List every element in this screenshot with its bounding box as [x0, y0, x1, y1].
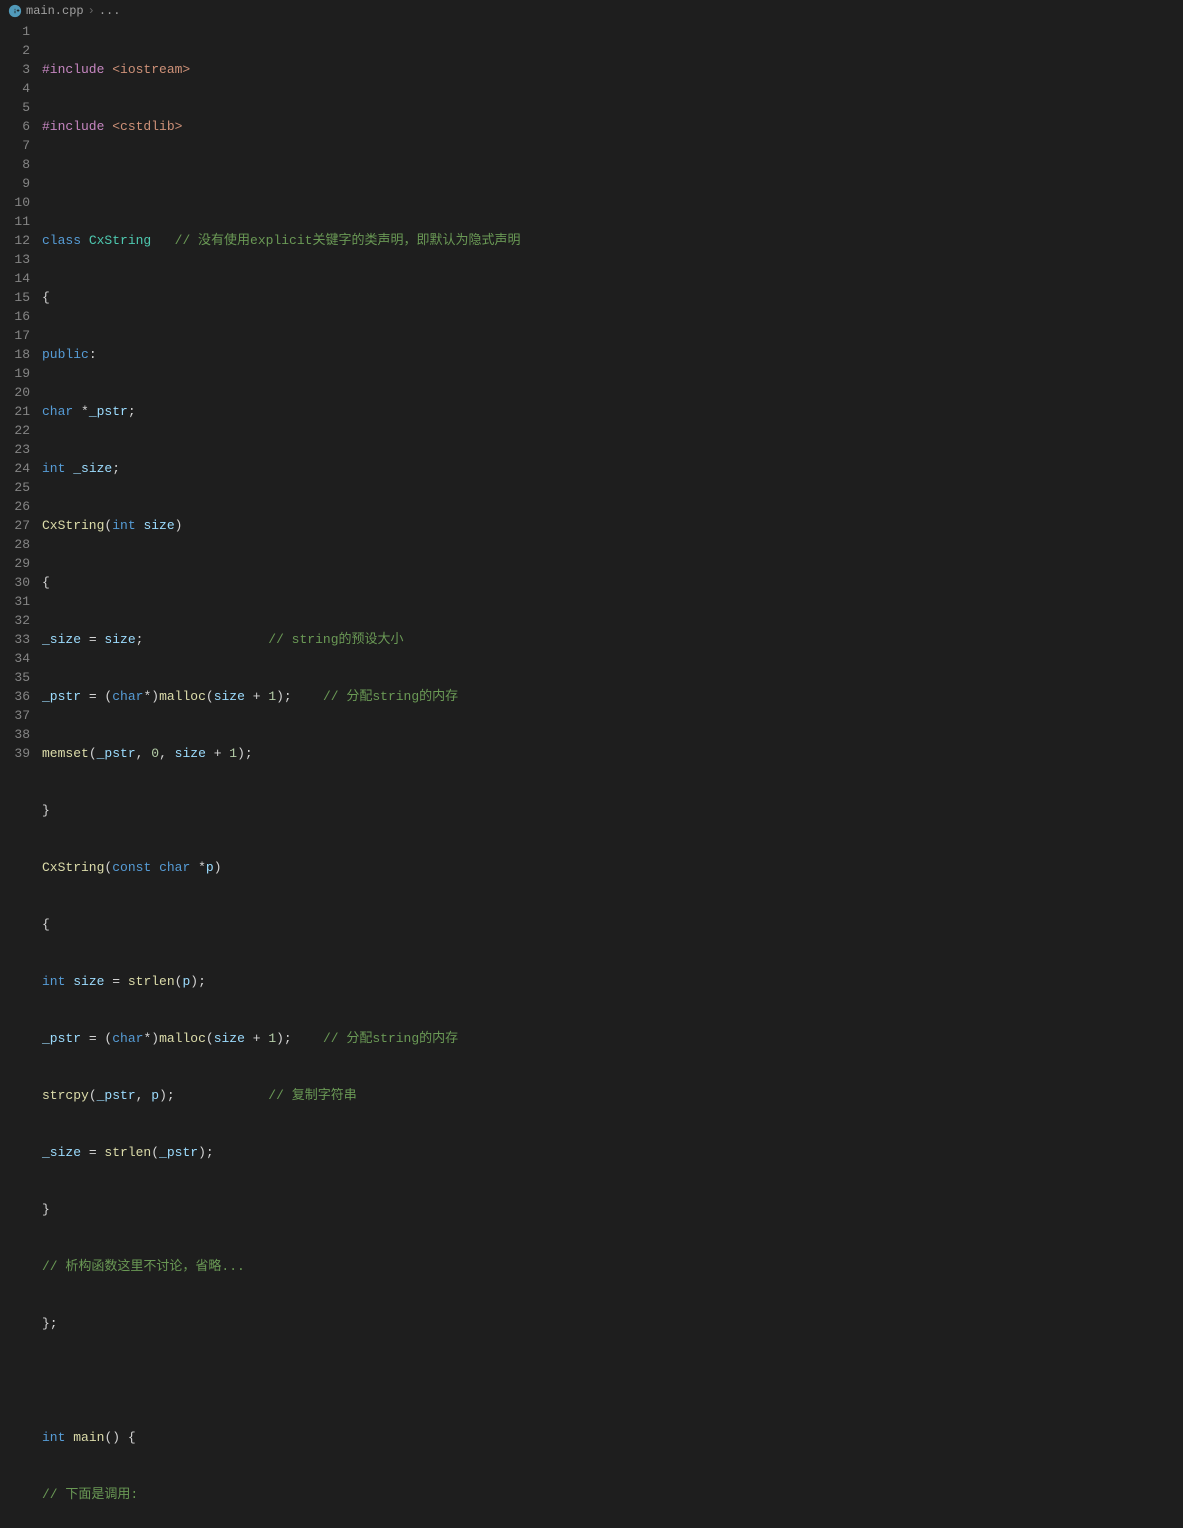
constructor: CxString — [42, 516, 104, 535]
breadcrumb-separator: › — [88, 4, 95, 18]
line-number: 36 — [0, 687, 30, 706]
line-number: 23 — [0, 440, 30, 459]
line-number: 34 — [0, 649, 30, 668]
line-number: 16 — [0, 307, 30, 326]
comment: // 析构函数这里不讨论，省略... — [42, 1257, 245, 1276]
line-number: 31 — [0, 592, 30, 611]
include-header: <iostream> — [112, 60, 190, 79]
line-number: 17 — [0, 326, 30, 345]
breadcrumb-file[interactable]: main.cpp — [26, 4, 84, 18]
cpp-file-icon — [8, 4, 22, 18]
line-number: 24 — [0, 459, 30, 478]
breadcrumb-more[interactable]: ... — [99, 4, 121, 18]
line-number: 14 — [0, 269, 30, 288]
identifier: _size — [73, 459, 112, 478]
comment: // 下面是调用: — [42, 1485, 138, 1504]
line-number: 39 — [0, 744, 30, 763]
line-number: 26 — [0, 497, 30, 516]
line-number: 38 — [0, 725, 30, 744]
identifier: _pstr — [89, 402, 128, 421]
constructor: CxString — [42, 858, 104, 877]
line-number: 35 — [0, 668, 30, 687]
line-number: 19 — [0, 364, 30, 383]
include-header: <cstdlib> — [112, 117, 182, 136]
line-number: 27 — [0, 516, 30, 535]
breadcrumb[interactable]: main.cpp › ... — [0, 0, 1183, 22]
code-editor[interactable]: 1234567891011121314151617181920212223242… — [0, 22, 1183, 764]
line-number: 25 — [0, 478, 30, 497]
code-area[interactable]: #include <iostream> #include <cstdlib> c… — [42, 22, 1183, 764]
line-number-gutter: 1234567891011121314151617181920212223242… — [0, 22, 42, 764]
comment: // string的预设大小 — [268, 630, 403, 649]
keyword: int — [42, 459, 65, 478]
line-number: 10 — [0, 193, 30, 212]
line-number: 9 — [0, 174, 30, 193]
line-number: 20 — [0, 383, 30, 402]
line-number: 15 — [0, 288, 30, 307]
line-number: 1 — [0, 22, 30, 41]
keyword: char — [42, 402, 73, 421]
line-number: 29 — [0, 554, 30, 573]
line-number: 37 — [0, 706, 30, 725]
line-number: 22 — [0, 421, 30, 440]
function-name: main — [73, 1428, 104, 1447]
line-number: 28 — [0, 535, 30, 554]
comment: // 复制字符串 — [268, 1086, 356, 1105]
comment: // 分配string的内存 — [323, 1029, 458, 1048]
line-number: 6 — [0, 117, 30, 136]
include-directive: #include — [42, 117, 112, 136]
line-number: 2 — [0, 41, 30, 60]
line-number: 30 — [0, 573, 30, 592]
line-number: 3 — [0, 60, 30, 79]
line-number: 33 — [0, 630, 30, 649]
line-number: 21 — [0, 402, 30, 421]
line-number: 5 — [0, 98, 30, 117]
class-name: CxString — [89, 231, 151, 250]
line-number: 32 — [0, 611, 30, 630]
line-number: 11 — [0, 212, 30, 231]
include-directive: #include — [42, 60, 112, 79]
line-number: 18 — [0, 345, 30, 364]
line-number: 13 — [0, 250, 30, 269]
line-number: 7 — [0, 136, 30, 155]
line-number: 8 — [0, 155, 30, 174]
keyword: class — [42, 231, 89, 250]
keyword: public — [42, 345, 89, 364]
comment: // 没有使用explicit关键字的类声明，即默认为隐式声明 — [175, 231, 521, 250]
comment: // 分配string的内存 — [323, 687, 458, 706]
line-number: 12 — [0, 231, 30, 250]
line-number: 4 — [0, 79, 30, 98]
